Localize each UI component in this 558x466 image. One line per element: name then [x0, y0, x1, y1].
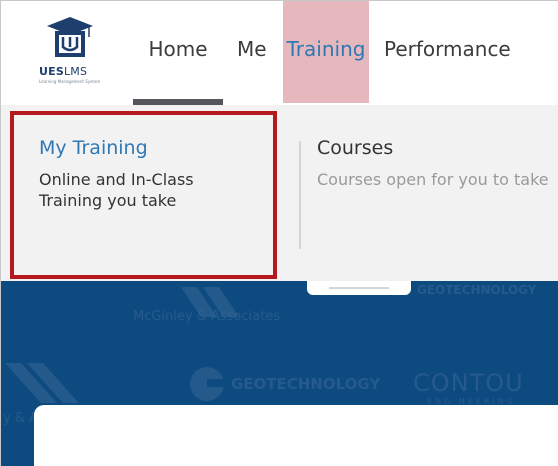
menu-item-courses[interactable]: Courses Courses open for you to take	[317, 135, 553, 190]
ueslms-logo[interactable]: UESLMS Learning Management System	[31, 13, 119, 91]
menu-item-my-training[interactable]: My Training Online and In-Class Training…	[39, 135, 249, 211]
partner-stripes-logo-left	[5, 363, 79, 403]
graduation-cap-shield-icon	[47, 17, 93, 57]
logo-wordmark: UESLMS	[39, 65, 88, 78]
menu-divider	[299, 141, 301, 249]
partner-banner: McGinley & Associates GEOTECHNOLOGY GEOT…	[1, 281, 558, 466]
my-training-title[interactable]: My Training	[39, 135, 249, 161]
watermark-geotechnology: GEOTECHNOLOGY	[231, 375, 381, 393]
banner-tab-handle	[307, 281, 411, 295]
logo-tagline: Learning Management System	[39, 79, 101, 84]
nav-home[interactable]: Home	[133, 1, 223, 103]
watermark-geotechnology-top: GEOTECHNOLOGY	[417, 283, 537, 297]
geotechnology-g-icon	[190, 367, 231, 401]
top-navigation-bar: UESLMS Learning Management System Home M…	[1, 1, 558, 105]
my-training-description: Online and In-Class Training you take	[39, 170, 194, 210]
courses-title[interactable]: Courses	[317, 135, 553, 161]
watermark-mcginley: McGinley & Associates	[133, 309, 280, 324]
nav-performance[interactable]: Performance	[384, 1, 511, 103]
nav-training[interactable]: Training	[283, 1, 369, 103]
nav-me[interactable]: Me	[237, 1, 267, 103]
watermark-contour: CONTOU	[413, 369, 524, 397]
courses-description: Courses open for you to take	[317, 170, 549, 189]
main-content-card	[34, 405, 558, 466]
training-dropdown-menu: My Training Online and In-Class Training…	[1, 105, 558, 281]
